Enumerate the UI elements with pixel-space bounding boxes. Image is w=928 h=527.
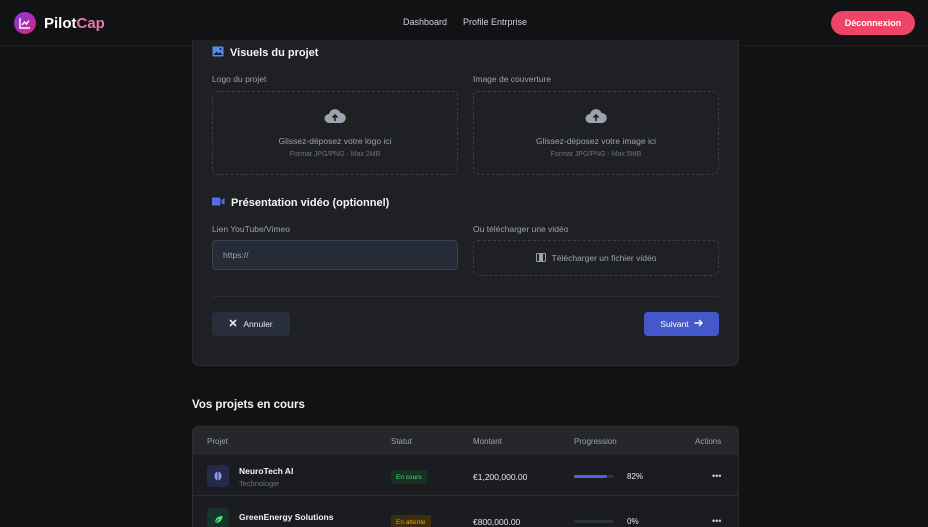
column-actions: Actions	[695, 437, 722, 446]
video-upload-button[interactable]: Télécharger un fichier vidéo	[473, 240, 719, 276]
progress-bar-fill	[574, 475, 607, 478]
table-header: Projet Statut Montant Progression Action…	[193, 427, 738, 455]
logo-label: Logo du projet	[212, 74, 267, 84]
project-amount: €800,000.00	[473, 517, 521, 527]
chart-line-icon	[14, 12, 36, 34]
cover-dropzone[interactable]: Glissez-déposez votre image ici Format J…	[473, 91, 719, 175]
video-upload-text: Télécharger un fichier vidéo	[551, 253, 657, 263]
brand[interactable]: PilotCap	[14, 12, 105, 34]
progress-percent: 82%	[627, 472, 644, 481]
project-form-card: Visuels du projet Logo du projet Glissez…	[192, 40, 739, 366]
visuals-title-text: Visuels du projet	[230, 47, 319, 59]
video-link-label: Lien YouTube/Vimeo	[212, 224, 290, 234]
nav-links: Dashboard Profile Entrprise	[403, 17, 527, 27]
row-actions-button[interactable]: •••	[712, 516, 721, 526]
video-link-input[interactable]	[212, 240, 458, 270]
visuals-section-title: Visuels du projet	[212, 46, 318, 60]
status-badge: En cours	[391, 470, 427, 484]
project-category: Technologie	[239, 479, 280, 488]
arrow-right-icon	[694, 319, 703, 329]
column-project: Projet	[207, 437, 228, 446]
column-amount: Montant	[473, 437, 502, 446]
video-title-text: Présentation vidéo (optionnel)	[231, 197, 390, 209]
cover-format-hint: Format JPG/PNG - Max 5MB	[550, 151, 642, 158]
next-button-label: Suivant	[660, 319, 689, 329]
cloud-upload-icon	[324, 108, 346, 129]
leaf-icon	[207, 508, 229, 527]
video-upload-label: Ou télécharger une vidéo	[473, 224, 569, 234]
logo-format-hint: Format JPG/PNG - Max 2MB	[289, 151, 381, 158]
cloud-upload-icon	[585, 108, 607, 129]
project-amount: €1,200,000.00	[473, 472, 528, 482]
cancel-button-label: Annuler	[243, 319, 273, 329]
video-section-title: Présentation vidéo (optionnel)	[212, 197, 389, 209]
row-actions-button[interactable]: •••	[712, 471, 721, 481]
nav-link-profile[interactable]: Profile Entrprise	[463, 17, 527, 27]
table-row[interactable]: GreenEnergy Solutions En attente €800,00…	[193, 497, 738, 527]
projects-title: Vos projets en cours	[192, 399, 305, 411]
column-status: Statut	[391, 437, 412, 446]
cover-label: Image de couverture	[473, 74, 551, 84]
progress-bar	[574, 475, 614, 478]
project-name: NeuroTech AI	[239, 466, 294, 476]
close-icon	[229, 319, 237, 329]
brand-name-main: Pilot	[44, 14, 77, 32]
film-icon	[535, 252, 546, 264]
cancel-button[interactable]: Annuler	[212, 312, 290, 336]
image-icon	[212, 46, 224, 60]
logo-dropzone[interactable]: Glissez-déposez votre logo ici Format JP…	[212, 91, 458, 175]
brand-name-accent: Cap	[76, 14, 105, 32]
logout-button[interactable]: Déconnexion	[831, 11, 915, 35]
logo-drop-text: Glissez-déposez votre logo ici	[278, 136, 392, 146]
status-badge: En attente	[391, 515, 431, 527]
brain-icon	[207, 465, 229, 487]
project-name: GreenEnergy Solutions	[239, 512, 334, 522]
progress-percent: 0%	[627, 517, 639, 526]
brand-name: PilotCap	[44, 15, 105, 32]
table-row[interactable]: NeuroTech AI Technologie En cours €1,200…	[193, 456, 738, 496]
progress-bar	[574, 520, 614, 523]
video-camera-icon	[212, 197, 225, 209]
form-divider	[212, 296, 719, 297]
next-button[interactable]: Suivant	[644, 312, 719, 336]
cover-drop-text: Glissez-déposez votre image ici	[536, 136, 656, 146]
nav-link-dashboard[interactable]: Dashboard	[403, 17, 447, 27]
column-progress: Progression	[574, 437, 617, 446]
projects-table: Projet Statut Montant Progression Action…	[192, 426, 739, 527]
